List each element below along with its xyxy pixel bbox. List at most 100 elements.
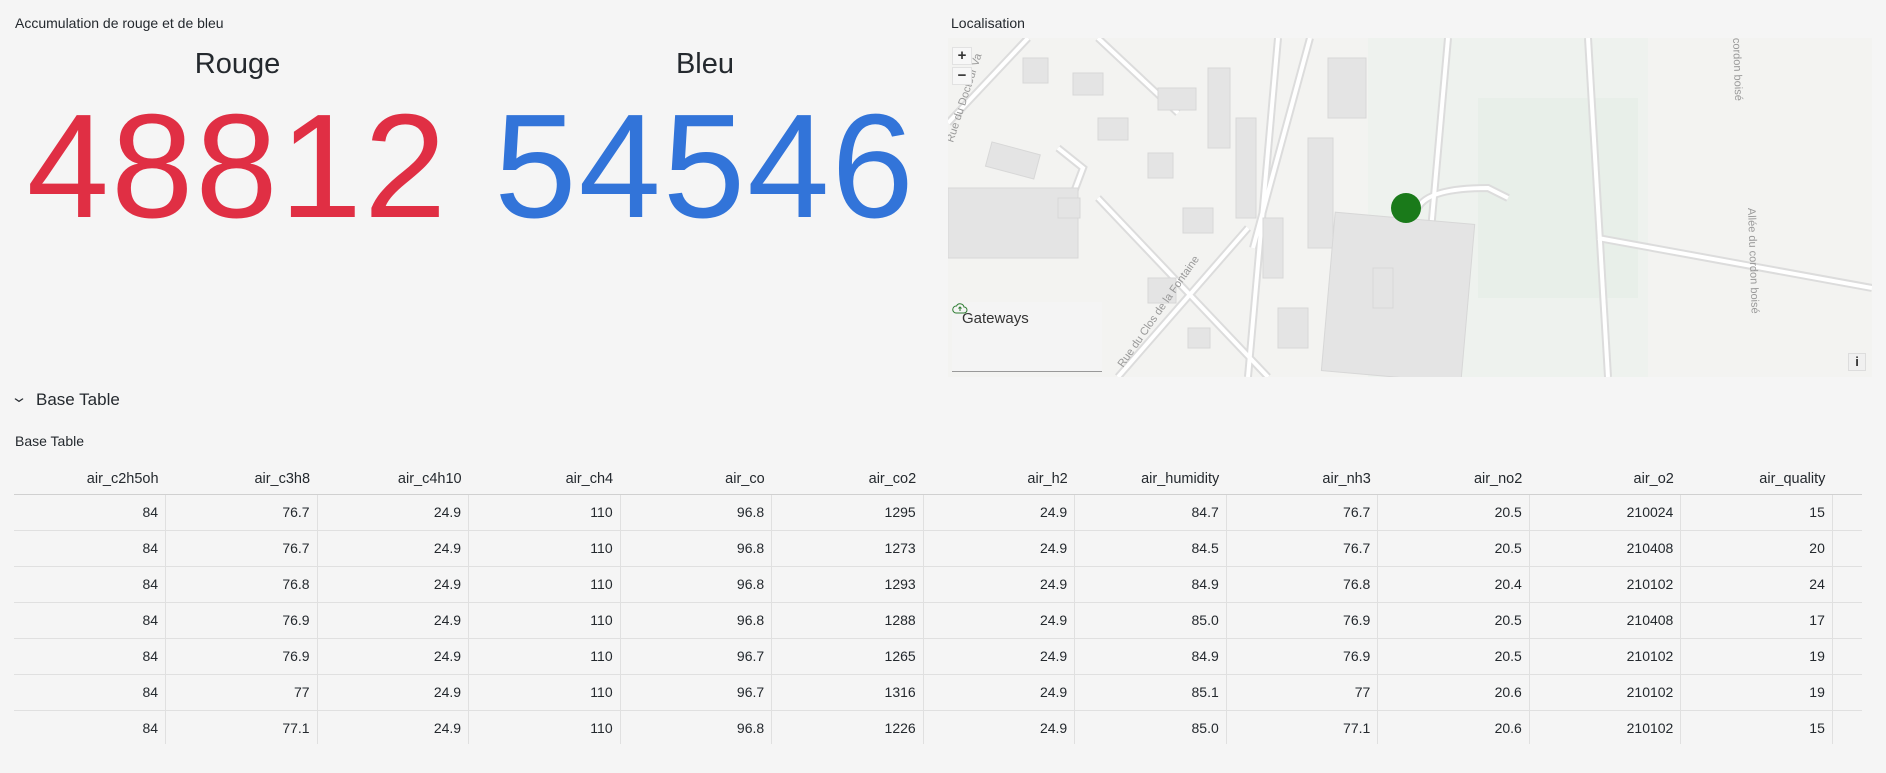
table-cell: 20.5 xyxy=(1377,494,1530,531)
table-cell: 84 xyxy=(14,602,167,639)
table-cell: 1288 xyxy=(771,602,924,639)
street-label-allee: Allée du cordon boisé xyxy=(1745,208,1761,314)
table-cell: 110 xyxy=(468,530,621,567)
table-cell: 85.0 xyxy=(1074,602,1227,639)
column-header-air_o2[interactable]: air_o2 xyxy=(1529,464,1681,495)
red-stat: Rouge 48812 xyxy=(20,48,455,241)
table-cell: 76.9 xyxy=(165,602,318,639)
table-cell: 1293 xyxy=(771,566,924,603)
red-stat-value: 48812 xyxy=(26,84,449,249)
blue-stat-value: 54546 xyxy=(494,84,916,249)
red-stat-label: Rouge xyxy=(194,48,281,80)
map-panel-title: Localisation xyxy=(951,15,1025,31)
table-cell: 84.9 xyxy=(1074,566,1227,603)
table-cell: 110 xyxy=(468,638,621,675)
table-body: 84 76.7 24.9 110 96.8 1295 24.9 84.7 76.7 20.5 210… xyxy=(14,494,1862,744)
legend-title: Gateways xyxy=(962,310,1029,327)
table-cell xyxy=(1832,710,1862,744)
table-cell: 24.9 xyxy=(317,494,470,531)
table-row: 84 76.9 24.9 110 96.8 1288 24.9 85.0 76.9 20.5 210… xyxy=(14,602,1862,639)
table-cell: 1273 xyxy=(771,530,924,567)
map[interactable]: Rue du Docteur Va Rue du Clos de la Font… xyxy=(948,38,1872,377)
table-cell: 76.9 xyxy=(165,638,318,675)
table-cell: 85.0 xyxy=(1074,710,1227,744)
zoom-in-button[interactable]: + xyxy=(952,47,972,65)
table-cell: 20 xyxy=(1680,530,1833,567)
table-cell: 76.8 xyxy=(1226,566,1379,603)
table-cell: 24 xyxy=(1680,566,1833,603)
zoom-out-button[interactable]: − xyxy=(952,67,972,85)
map-info-button[interactable]: i xyxy=(1848,353,1866,371)
column-header-air_quality[interactable]: air_quality xyxy=(1680,464,1833,495)
chevron-down-icon xyxy=(14,395,24,405)
table-cell: 77 xyxy=(1226,674,1379,711)
table-cell: 24.9 xyxy=(923,530,1076,567)
column-header-air_h2[interactable]: air_h2 xyxy=(923,464,1075,495)
column-header-air_nh3[interactable]: air_nh3 xyxy=(1226,464,1378,495)
table-cell: 210102 xyxy=(1529,638,1682,675)
street-label-docteur: Rue du Docteur Va xyxy=(948,51,985,144)
base-table: air_c2h5oh air_c3h8 air_c4h10 air_ch4 air_co… xyxy=(14,464,1862,744)
table-cell: 76.7 xyxy=(165,494,318,531)
table-cell: 76.9 xyxy=(1226,638,1379,675)
table-cell: 85.1 xyxy=(1074,674,1227,711)
table-cell: 76.8 xyxy=(165,566,318,603)
table-cell: 20.5 xyxy=(1377,638,1530,675)
table-cell xyxy=(1832,530,1862,567)
column-header-air_c2h5oh[interactable]: air_c2h5oh xyxy=(14,464,166,495)
table-cell: 76.7 xyxy=(165,530,318,567)
table-cell xyxy=(1832,638,1862,675)
table-cell: 1226 xyxy=(771,710,924,744)
table-cell: 84.7 xyxy=(1074,494,1227,531)
table-cell: 77.1 xyxy=(165,710,318,744)
table-cell: 24.9 xyxy=(923,638,1076,675)
row-title: Base Table xyxy=(36,390,120,409)
street-label-cordon: cordon boisé xyxy=(1730,38,1744,101)
table-cell: 15 xyxy=(1680,494,1833,531)
table-cell: 96.8 xyxy=(620,566,773,603)
table-cell xyxy=(1832,494,1862,531)
column-header-air_no2[interactable]: air_no2 xyxy=(1377,464,1530,495)
table-cell: 210024 xyxy=(1529,494,1682,531)
table-cell: 20.5 xyxy=(1377,530,1530,567)
table-cell: 96.8 xyxy=(620,494,773,531)
table-row: 84 76.9 24.9 110 96.7 1265 24.9 84.9 76.9 20.5 210… xyxy=(14,638,1862,675)
table-cell: 24.9 xyxy=(317,602,470,639)
gateway-marker[interactable] xyxy=(1391,193,1421,223)
table-cell: 20.4 xyxy=(1377,566,1530,603)
table-cell xyxy=(1832,674,1862,711)
table-cell: 84 xyxy=(14,638,167,675)
table-cell: 96.8 xyxy=(620,530,773,567)
street-label-clos: Rue du Clos de la Fontaine xyxy=(1116,254,1202,370)
table-cell: 76.7 xyxy=(1226,530,1379,567)
table-cell xyxy=(1832,566,1862,603)
column-header-air_co[interactable]: air_co xyxy=(620,464,772,495)
table-cell: 19 xyxy=(1680,674,1833,711)
table-header-row: air_c2h5oh air_c3h8 air_c4h10 air_ch4 air_co… xyxy=(14,464,1862,495)
table-cell: 110 xyxy=(468,674,621,711)
table-cell: 1295 xyxy=(771,494,924,531)
table-cell: 24.9 xyxy=(923,710,1076,744)
column-header-air_c4h10[interactable]: air_c4h10 xyxy=(317,464,469,495)
table-cell: 24.9 xyxy=(317,710,470,744)
table-row: 84 76.7 24.9 110 96.8 1273 24.9 84.5 76.7 20.5 210… xyxy=(14,530,1862,567)
table-cell: 210408 xyxy=(1529,530,1682,567)
column-header-air_co2[interactable]: air_co2 xyxy=(771,464,924,495)
table-row: 84 76.7 24.9 110 96.8 1295 24.9 84.7 76.7 20.5 210… xyxy=(14,494,1862,531)
table-cell: 84 xyxy=(14,530,167,567)
table-cell: 24.9 xyxy=(317,530,470,567)
table-cell: 24.9 xyxy=(317,674,470,711)
column-header-air[interactable]: air xyxy=(1832,464,1862,495)
table-cell: 24.9 xyxy=(923,494,1076,531)
table-cell: 20.6 xyxy=(1377,710,1530,744)
column-header-air_ch4[interactable]: air_ch4 xyxy=(468,464,621,495)
table-cell: 77 xyxy=(165,674,318,711)
table-row: 84 76.8 24.9 110 96.8 1293 24.9 84.9 76.8 20.4 210… xyxy=(14,566,1862,603)
table-cell: 76.7 xyxy=(1226,494,1379,531)
column-header-air_c3h8[interactable]: air_c3h8 xyxy=(165,464,318,495)
row-collapse-base-table[interactable]: Base Table xyxy=(14,390,120,410)
table-panel-title: Base Table xyxy=(15,433,85,449)
column-header-air_humidity[interactable]: air_humidity xyxy=(1074,464,1227,495)
table-cell: 24.9 xyxy=(923,674,1076,711)
table-cell: 110 xyxy=(468,710,621,744)
